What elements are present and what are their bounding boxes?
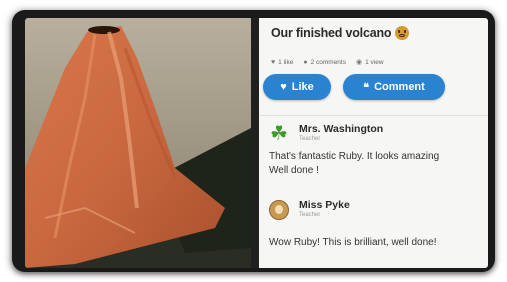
comments-count: 2 comments — [310, 58, 346, 66]
comments-stat: ● 2 comments — [303, 58, 346, 66]
comment-text-line: Wow Ruby! This is brilliant, well done! — [269, 237, 437, 248]
comment-author[interactable]: Miss Pyke — [299, 199, 350, 211]
comment-text: Wow Ruby! This is brilliant, well done! — [269, 236, 436, 250]
post-header: Our finished volcano — [271, 26, 410, 40]
comment-author-role: Teacher — [299, 136, 321, 142]
profile-avatar-icon — [269, 200, 289, 220]
likes-stat: ♥ 1 like — [271, 58, 293, 66]
screen-divider — [251, 18, 259, 268]
like-button-label: Like — [291, 81, 314, 93]
four-leaf-clover-icon: ☘ — [270, 123, 288, 145]
heart-icon: ♥ — [280, 81, 287, 93]
views-count: 1 view — [365, 58, 384, 66]
speech-bubble-icon: ● — [303, 58, 308, 66]
comment-button-label: Comment — [374, 81, 425, 93]
post-title: Our finished volcano — [271, 26, 392, 40]
comment-author-role: Teacher — [299, 212, 321, 218]
speech-bubble-icon: ❝ — [363, 81, 370, 94]
grimacing-face-icon — [395, 26, 410, 40]
comment-author[interactable]: Mrs. Washington — [299, 123, 383, 135]
likes-count: 1 like — [278, 58, 294, 66]
comment-button[interactable]: ❝ Comment — [343, 74, 445, 100]
divider — [259, 115, 488, 116]
post-stats: ♥ 1 like ● 2 comments ◉ 1 view — [271, 58, 384, 67]
comment-text-line: That's fantastic Ruby. It looks amazing — [269, 151, 440, 162]
volcano-image — [25, 26, 251, 268]
screen: Our finished volcano ♥ 1 like ● 2 commen… — [25, 18, 488, 268]
post-panel: Our finished volcano ♥ 1 like ● 2 commen… — [259, 18, 488, 268]
comment-text-line: Well done ! — [269, 165, 319, 176]
heart-icon: ♥ — [271, 58, 276, 66]
eye-icon: ◉ — [355, 59, 363, 66]
views-stat: ◉ 1 view — [355, 58, 384, 67]
like-button[interactable]: ♥ Like — [263, 74, 331, 100]
comment-text: That's fantastic Ruby. It looks amazing … — [269, 150, 439, 178]
device-frame: Our finished volcano ♥ 1 like ● 2 commen… — [12, 10, 495, 272]
volcano-photo — [25, 18, 251, 268]
